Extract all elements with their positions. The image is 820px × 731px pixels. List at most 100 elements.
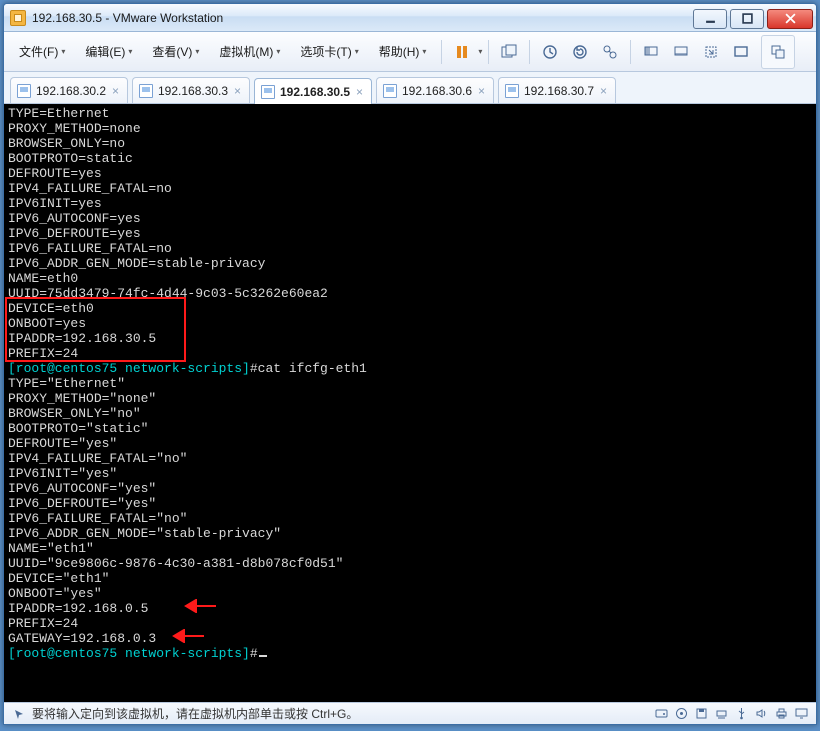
terminal-line: IPADDR=192.168.0.5 [8, 601, 812, 616]
terminal-line: IPV4_FAILURE_FATAL="no" [8, 451, 812, 466]
terminal-line: ONBOOT=yes [8, 316, 812, 331]
menu-view[interactable]: 查看(V)▾ [143, 38, 208, 65]
terminal-line: IPV6_ADDR_GEN_MODE=stable-privacy [8, 256, 812, 271]
terminal-line: TYPE=Ethernet [8, 106, 812, 121]
terminal-line: IPV4_FAILURE_FATAL=no [8, 181, 812, 196]
terminal-line: IPADDR=192.168.30.5 [8, 331, 812, 346]
terminal-line: DEVICE="eth1" [8, 571, 812, 586]
terminal-line: UUID=75dd3479-74fc-4d44-9c03-5c3262e60ea… [8, 286, 812, 301]
terminal-line: IPV6_AUTOCONF="yes" [8, 481, 812, 496]
terminal-line: NAME="eth1" [8, 541, 812, 556]
menu-help[interactable]: 帮助(H)▾ [370, 38, 436, 65]
vm-tab[interactable]: 192.168.30.7 × [498, 77, 616, 103]
statusbar: 要将输入定向到该虚拟机，请在虚拟机内部单击或按 Ctrl+G。 [4, 702, 816, 724]
terminal-line: IPV6_DEFROUTE="yes" [8, 496, 812, 511]
unity-mode-group [761, 35, 795, 69]
stretch-guest-button[interactable] [697, 38, 725, 66]
input-grab-icon [12, 707, 26, 721]
terminal-line: BOOTPROTO=static [8, 151, 812, 166]
vm-tab-label: 192.168.30.3 [158, 84, 228, 98]
vm-tab-icon [383, 84, 397, 98]
printer-icon[interactable] [774, 707, 788, 721]
terminal-line: IPV6INIT=yes [8, 196, 812, 211]
fullscreen-button[interactable] [727, 38, 755, 66]
vm-tab-icon [261, 85, 275, 99]
terminal-line: IPV6INIT="yes" [8, 466, 812, 481]
terminal-line: ONBOOT="yes" [8, 586, 812, 601]
terminal-line: NAME=eth0 [8, 271, 812, 286]
floppy-icon[interactable] [694, 707, 708, 721]
terminal-line: PREFIX=24 [8, 346, 812, 361]
network-adapter-icon[interactable] [714, 707, 728, 721]
menu-tabs[interactable]: 选项卡(T)▾ [291, 38, 367, 65]
terminal-line: UUID="9ce9806c-9876-4c30-a381-d8b078cf0d… [8, 556, 812, 571]
display-message-icon[interactable] [794, 707, 808, 721]
pause-button[interactable] [448, 38, 476, 66]
separator [488, 40, 489, 64]
vm-tab-close-icon[interactable]: × [600, 85, 607, 97]
terminal-line: IPV6_DEFROUTE=yes [8, 226, 812, 241]
terminal-line: PREFIX=24 [8, 616, 812, 631]
titlebar: 192.168.30.5 - VMware Workstation [4, 4, 816, 32]
vm-tab-label: 192.168.30.5 [280, 85, 350, 99]
menu-file[interactable]: 文件(F)▾ [10, 38, 74, 65]
terminal-line: IPV6_FAILURE_FATAL="no" [8, 511, 812, 526]
usb-icon[interactable] [734, 707, 748, 721]
manage-snapshot-button[interactable] [596, 38, 624, 66]
vm-tabstrip: 192.168.30.2×192.168.30.3×192.168.30.5×1… [4, 72, 816, 104]
statusbar-text: 要将输入定向到该虚拟机，请在虚拟机内部单击或按 Ctrl+G。 [32, 705, 358, 722]
menu-edit[interactable]: 编辑(E)▾ [76, 38, 141, 65]
maximize-button[interactable] [730, 9, 764, 29]
terminal-line: IPV6_ADDR_GEN_MODE="stable-privacy" [8, 526, 812, 541]
terminal-line: IPV6_AUTOCONF=yes [8, 211, 812, 226]
terminal-line: BROWSER_ONLY=no [8, 136, 812, 151]
terminal-line: BOOTPROTO="static" [8, 421, 812, 436]
view-thumbnails-button[interactable] [667, 38, 695, 66]
window-controls [693, 7, 816, 29]
terminal-line: IPV6_FAILURE_FATAL=no [8, 241, 812, 256]
app-window: 192.168.30.5 - VMware Workstation 文件(F)▾… [3, 3, 817, 725]
vm-tab[interactable]: 192.168.30.5 × [254, 78, 372, 104]
vm-tab[interactable]: 192.168.30.6 × [376, 77, 494, 103]
menu-vm[interactable]: 虚拟机(M)▾ [210, 38, 289, 65]
vm-console-terminal[interactable]: TYPE=EthernetPROXY_METHOD=noneBROWSER_ON… [4, 104, 816, 702]
terminal-line: DEVICE=eth0 [8, 301, 812, 316]
cd-dvd-icon[interactable] [674, 707, 688, 721]
separator [630, 40, 631, 64]
terminal-line: [root@centos75 network-scripts]# [8, 646, 812, 661]
app-icon [10, 10, 26, 26]
separator [529, 40, 530, 64]
window-title: 192.168.30.5 - VMware Workstation [32, 11, 223, 25]
minimize-button[interactable] [693, 9, 727, 29]
vm-tab-close-icon[interactable]: × [478, 85, 485, 97]
vm-tab-close-icon[interactable]: × [112, 85, 119, 97]
terminal-line: PROXY_METHOD="none" [8, 391, 812, 406]
snapshot-button[interactable] [536, 38, 564, 66]
vm-tab-label: 192.168.30.2 [36, 84, 106, 98]
sound-card-icon[interactable] [754, 707, 768, 721]
unity-mode-button[interactable] [764, 38, 792, 66]
vm-tab-label: 192.168.30.6 [402, 84, 472, 98]
view-console-button[interactable] [637, 38, 665, 66]
terminal-line: DEFROUTE=yes [8, 166, 812, 181]
terminal-line: PROXY_METHOD=none [8, 121, 812, 136]
terminal-line: [root@centos75 network-scripts]#cat ifcf… [8, 361, 812, 376]
vm-tab-icon [17, 84, 31, 98]
vm-tab[interactable]: 192.168.30.2 × [10, 77, 128, 103]
vm-tab-icon [139, 84, 153, 98]
vm-tab-icon [505, 84, 519, 98]
power-dropdown-caret[interactable]: ▾ [478, 47, 482, 56]
close-button[interactable] [767, 9, 813, 29]
vm-tab-close-icon[interactable]: × [234, 85, 241, 97]
menubar: 文件(F)▾ 编辑(E)▾ 查看(V)▾ 虚拟机(M)▾ 选项卡(T)▾ 帮助(… [4, 32, 816, 72]
vm-tab-close-icon[interactable]: × [356, 86, 363, 98]
terminal-line: GATEWAY=192.168.0.3 [8, 631, 812, 646]
vm-tab[interactable]: 192.168.30.3 × [132, 77, 250, 103]
terminal-line: BROWSER_ONLY="no" [8, 406, 812, 421]
device-status-icons [654, 707, 808, 721]
hard-disk-icon[interactable] [654, 707, 668, 721]
revert-snapshot-button[interactable] [566, 38, 594, 66]
send-ctrl-alt-del-button[interactable] [495, 38, 523, 66]
vm-tab-label: 192.168.30.7 [524, 84, 594, 98]
terminal-line: DEFROUTE="yes" [8, 436, 812, 451]
